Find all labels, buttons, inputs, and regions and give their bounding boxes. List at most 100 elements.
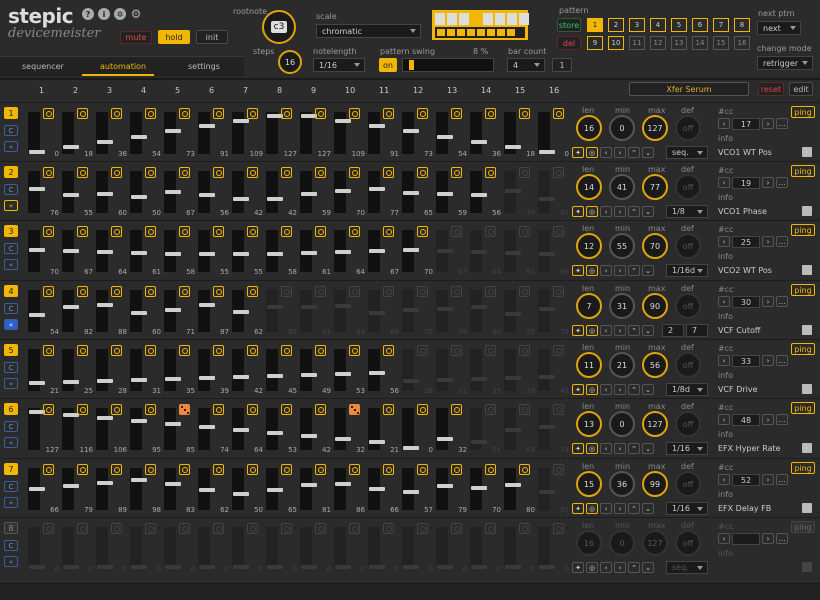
cc-next-icon[interactable]: › bbox=[762, 414, 774, 425]
slider-cap[interactable] bbox=[335, 304, 351, 308]
slider-cap[interactable] bbox=[131, 311, 147, 315]
step-7[interactable]: 0 bbox=[229, 518, 263, 577]
step-slider[interactable] bbox=[334, 171, 351, 213]
step-slider[interactable] bbox=[504, 527, 521, 569]
init-button[interactable]: init bbox=[196, 30, 228, 44]
save-icon[interactable] bbox=[802, 147, 812, 157]
step-14[interactable]: 80 bbox=[467, 281, 501, 340]
step-toggle[interactable] bbox=[383, 167, 394, 178]
pattern-6[interactable]: 6 bbox=[692, 18, 708, 32]
down-icon[interactable]: ⌄ bbox=[642, 443, 654, 454]
step-13[interactable]: 32 bbox=[433, 399, 467, 458]
step-slider[interactable] bbox=[470, 171, 487, 213]
def-knob[interactable]: off bbox=[675, 233, 701, 259]
slider-cap[interactable] bbox=[403, 191, 419, 195]
step-toggle[interactable] bbox=[77, 404, 88, 415]
step-5[interactable]: 71 bbox=[161, 281, 195, 340]
step-toggle[interactable] bbox=[247, 345, 258, 356]
step-15[interactable]: 18 bbox=[501, 103, 535, 162]
changemode-dropdown[interactable]: retrigger bbox=[757, 56, 813, 70]
step-slider[interactable] bbox=[436, 171, 453, 213]
step-toggle[interactable] bbox=[417, 167, 428, 178]
step-4[interactable]: 50 bbox=[127, 162, 161, 221]
step-slider[interactable] bbox=[266, 112, 283, 154]
step-16[interactable]: 42 bbox=[535, 340, 569, 399]
len-knob[interactable]: 16 bbox=[576, 115, 602, 141]
step-15[interactable]: 61 bbox=[501, 221, 535, 280]
step-slider[interactable] bbox=[504, 349, 521, 391]
step-1[interactable]: 21 bbox=[25, 340, 59, 399]
slider-cap[interactable] bbox=[267, 488, 283, 492]
pattern-9[interactable]: 9 bbox=[587, 36, 603, 50]
cc-value-box[interactable]: 48 bbox=[732, 414, 760, 426]
step-toggle[interactable] bbox=[451, 167, 462, 178]
step-slider[interactable] bbox=[232, 527, 249, 569]
save-icon[interactable] bbox=[802, 562, 812, 572]
step-slider[interactable] bbox=[266, 349, 283, 391]
step-slider[interactable] bbox=[470, 290, 487, 332]
step-toggle[interactable] bbox=[315, 226, 326, 237]
pattern-5[interactable]: 5 bbox=[671, 18, 687, 32]
step-slider[interactable] bbox=[96, 171, 113, 213]
step-14[interactable]: 70 bbox=[467, 459, 501, 518]
slider-cap[interactable] bbox=[403, 379, 419, 383]
min-knob[interactable]: 0 bbox=[609, 530, 635, 556]
step-toggle[interactable] bbox=[349, 345, 360, 356]
slider-cap[interactable] bbox=[505, 428, 521, 432]
step-4[interactable]: 98 bbox=[127, 459, 161, 518]
prev-icon[interactable]: ‹ bbox=[600, 206, 612, 217]
mute-button[interactable]: mute bbox=[120, 31, 152, 44]
step-13[interactable]: 31 bbox=[433, 340, 467, 399]
slider-cap[interactable] bbox=[437, 192, 453, 196]
slider-cap[interactable] bbox=[369, 249, 385, 253]
slider-cap[interactable] bbox=[505, 376, 521, 380]
slider-cap[interactable] bbox=[131, 195, 147, 199]
step-slider[interactable] bbox=[232, 171, 249, 213]
step-slider[interactable] bbox=[470, 349, 487, 391]
step-2[interactable]: 25 bbox=[59, 340, 93, 399]
step-13[interactable]: 59 bbox=[433, 162, 467, 221]
step-toggle[interactable] bbox=[43, 345, 54, 356]
slider-cap[interactable] bbox=[437, 249, 453, 253]
step-slider[interactable] bbox=[28, 112, 45, 154]
step-toggle[interactable] bbox=[145, 226, 156, 237]
step-toggle[interactable] bbox=[451, 464, 462, 475]
step-toggle[interactable] bbox=[349, 167, 360, 178]
step-toggle[interactable] bbox=[179, 108, 190, 119]
slider-cap[interactable] bbox=[335, 119, 351, 123]
slider-cap[interactable] bbox=[539, 490, 555, 494]
max-knob[interactable]: 127 bbox=[642, 411, 668, 437]
step-toggle[interactable] bbox=[417, 345, 428, 356]
step-slider[interactable] bbox=[130, 171, 147, 213]
step-slider[interactable] bbox=[198, 408, 215, 450]
slider-cap[interactable] bbox=[335, 437, 351, 441]
record-icon[interactable]: ◎ bbox=[586, 503, 598, 514]
slider-cap[interactable] bbox=[63, 380, 79, 384]
slider-cap[interactable] bbox=[369, 371, 385, 375]
step-toggle[interactable] bbox=[247, 464, 258, 475]
step-4[interactable]: 54 bbox=[127, 103, 161, 162]
slider-cap[interactable] bbox=[335, 482, 351, 486]
len-knob[interactable]: 16 bbox=[576, 530, 602, 556]
step-slider[interactable] bbox=[368, 408, 385, 450]
step-14[interactable]: 21 bbox=[467, 399, 501, 458]
step-7[interactable]: 64 bbox=[229, 399, 263, 458]
step-toggle[interactable] bbox=[145, 404, 156, 415]
slider-cap[interactable] bbox=[335, 250, 351, 254]
def-knob[interactable]: off bbox=[675, 174, 701, 200]
nextptrn-dropdown[interactable]: next bbox=[757, 21, 801, 35]
step-3[interactable]: 28 bbox=[93, 340, 127, 399]
mode-dropdown[interactable]: 1/16 bbox=[666, 502, 708, 515]
step-toggle[interactable] bbox=[43, 167, 54, 178]
edit-button[interactable]: edit bbox=[789, 82, 813, 96]
step-toggle[interactable] bbox=[553, 167, 564, 178]
step-slider[interactable] bbox=[232, 468, 249, 510]
row-number[interactable]: 4 bbox=[4, 285, 18, 297]
step-toggle[interactable] bbox=[485, 167, 496, 178]
row-collapse-button[interactable]: « bbox=[4, 497, 18, 508]
step-toggle[interactable] bbox=[179, 523, 190, 534]
step-toggle[interactable] bbox=[553, 464, 564, 475]
step-9[interactable]: 0 bbox=[297, 518, 331, 577]
step-4[interactable]: 60 bbox=[127, 281, 161, 340]
slider-cap[interactable] bbox=[165, 252, 181, 256]
